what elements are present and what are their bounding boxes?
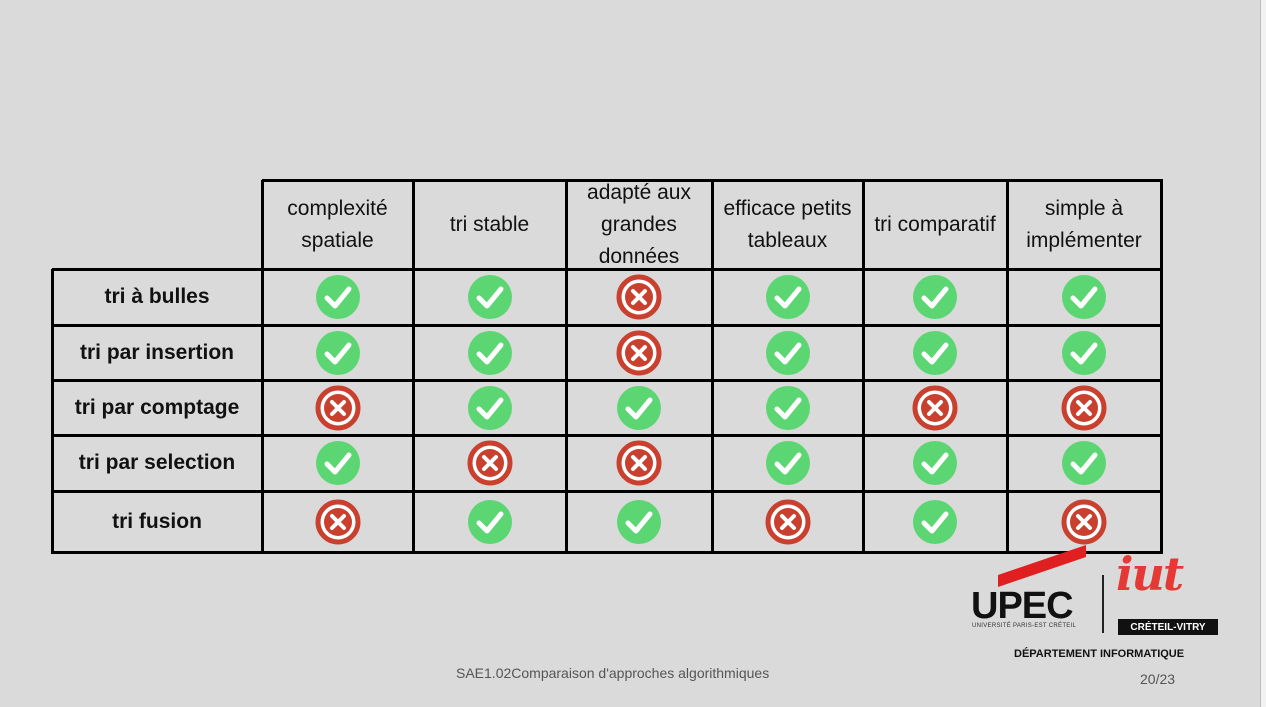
upec-iut-logo: UPEC UNIVERSITÉ PARIS-EST CRÉTEIL iut CR…	[968, 545, 1230, 665]
column-header: efficace petits tableaux	[723, 196, 852, 252]
department-label: DÉPARTEMENT INFORMATIQUE	[1014, 648, 1185, 660]
column-header: tri stable	[449, 212, 530, 236]
row-label: tri par insertion	[79, 340, 235, 364]
slide-footer-title: SAE1.02Comparaison d'approches algorithm…	[456, 665, 770, 681]
check-circle-icon	[765, 274, 811, 320]
column-header: simple à implémenter	[1026, 196, 1142, 252]
cross-circle-icon	[616, 274, 662, 320]
check-circle-icon	[467, 385, 513, 431]
check-circle-icon	[765, 385, 811, 431]
check-circle-icon	[912, 330, 958, 376]
check-circle-icon	[616, 499, 662, 545]
row-label: tri fusion	[112, 509, 202, 533]
cross-circle-icon	[467, 440, 513, 486]
cross-circle-icon	[1061, 385, 1107, 431]
cross-circle-icon	[315, 499, 361, 545]
page-number: 20/23	[1140, 671, 1176, 687]
check-circle-icon	[912, 274, 958, 320]
logo-divider	[1102, 575, 1104, 633]
check-circle-icon	[765, 440, 811, 486]
check-circle-icon	[912, 499, 958, 545]
check-circle-icon	[1061, 330, 1107, 376]
check-circle-icon	[616, 385, 662, 431]
column-header: complexité spatiale	[287, 196, 388, 252]
check-circle-icon	[912, 440, 958, 486]
check-circle-icon	[467, 274, 513, 320]
campus-badge: CRÉTEIL-VITRY	[1118, 619, 1218, 635]
check-circle-icon	[315, 274, 361, 320]
column-header: adapté aux grandes données	[587, 180, 691, 268]
check-circle-icon	[467, 499, 513, 545]
upec-logo-text: UPEC	[971, 585, 1074, 627]
row-label: tri par selection	[78, 451, 236, 474]
column-header: tri comparatif	[874, 212, 996, 236]
row-label: tri par comptage	[74, 395, 240, 419]
iut-logo-text: iut	[1116, 547, 1184, 601]
row-label: tri à bulles	[104, 285, 210, 308]
cross-circle-icon	[315, 385, 361, 431]
check-circle-icon	[765, 330, 811, 376]
check-circle-icon	[1061, 274, 1107, 320]
cross-circle-icon	[616, 330, 662, 376]
window-edge	[1260, 0, 1266, 707]
slide: complexité spatiale tri stable adapté aux …	[0, 0, 1260, 707]
check-circle-icon	[1061, 440, 1107, 486]
cross-circle-icon	[765, 499, 811, 545]
check-circle-icon	[315, 330, 361, 376]
check-circle-icon	[467, 330, 513, 376]
cross-circle-icon	[1061, 499, 1107, 545]
upec-logo-subtitle: UNIVERSITÉ PARIS-EST CRÉTEIL	[972, 623, 1077, 629]
check-circle-icon	[315, 440, 361, 486]
cross-circle-icon	[616, 440, 662, 486]
cross-circle-icon	[912, 385, 958, 431]
